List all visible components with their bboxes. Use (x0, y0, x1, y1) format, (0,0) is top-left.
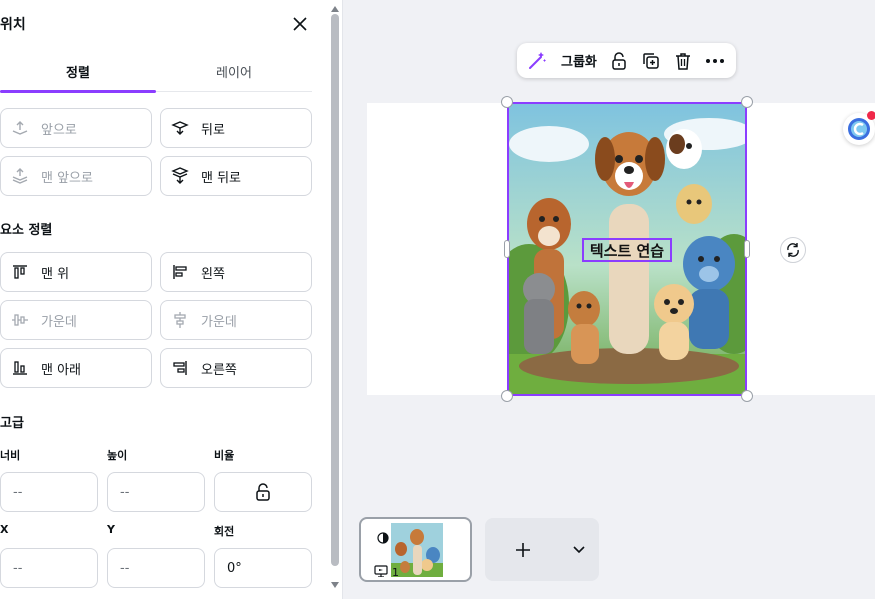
forward-label: 앞으로 (41, 122, 77, 138)
duplicate-icon (643, 52, 659, 69)
resize-handle-right[interactable] (744, 240, 750, 258)
align-left-icon (171, 263, 189, 281)
bring-to-front-label: 맨 앞으로 (41, 170, 93, 186)
rotation-label: 회전 (214, 525, 235, 538)
bring-to-front-button[interactable]: 맨 앞으로 (0, 156, 152, 196)
duplicate-button[interactable] (639, 47, 663, 75)
more-options-button[interactable] (703, 47, 727, 75)
align-middle-label: 가운데 (41, 314, 77, 330)
delete-button[interactable] (671, 47, 695, 75)
forward-button[interactable]: 앞으로 (0, 108, 152, 148)
align-bottom-icon (11, 359, 29, 377)
send-to-back-button[interactable]: 맨 뒤로 (160, 156, 312, 196)
send-to-back-label: 맨 뒤로 (201, 170, 242, 186)
animation-icon (377, 532, 389, 544)
page-thumbnail[interactable]: 1 (359, 517, 472, 582)
chevron-down-icon[interactable] (573, 545, 585, 554)
close-button[interactable] (288, 12, 312, 36)
panel-scrollbar[interactable] (330, 6, 340, 588)
magic-edit-button[interactable] (525, 47, 549, 75)
send-to-back-icon (171, 167, 189, 185)
align-left-button[interactable]: 왼쪽 (160, 252, 312, 292)
y-label: Y (107, 523, 115, 536)
height-field[interactable]: -- (107, 472, 205, 512)
magic-wand-icon (529, 51, 546, 69)
tab-arrange-label: 정렬 (66, 66, 90, 81)
tab-arrange[interactable]: 정렬 (0, 52, 156, 93)
x-field[interactable]: -- (0, 548, 98, 588)
resize-handle-bottom-right[interactable] (741, 390, 753, 402)
resize-handle-bottom-left[interactable] (501, 390, 513, 402)
align-middle-icon (11, 311, 29, 329)
align-middle-button[interactable]: 가운데 (0, 300, 152, 340)
scroll-down-arrow[interactable] (331, 582, 339, 588)
advanced-section-title: 고급 (0, 416, 24, 431)
trash-icon (675, 52, 690, 70)
page-thumbnail-preview: 1 (364, 522, 467, 577)
scroll-up-arrow[interactable] (331, 6, 339, 12)
align-right-button[interactable]: 오른쪽 (160, 348, 312, 388)
scroll-thumb[interactable] (331, 14, 339, 566)
notification-dot (867, 111, 875, 120)
align-section-title: 요소 정렬 (0, 223, 53, 238)
resize-handle-left[interactable] (504, 240, 510, 258)
resize-handle-top-left[interactable] (501, 96, 513, 108)
align-right-label: 오른쪽 (201, 362, 237, 378)
align-top-label: 맨 위 (41, 266, 70, 282)
panel-title: 위치 (0, 17, 26, 33)
y-field[interactable]: -- (107, 548, 205, 588)
close-icon (293, 17, 307, 31)
backward-icon (171, 119, 189, 137)
more-icon (705, 58, 724, 63)
align-bottom-label: 맨 아래 (41, 362, 82, 378)
align-bottom-button[interactable]: 맨 아래 (0, 348, 152, 388)
tab-layers-label: 레이어 (216, 66, 252, 81)
element-toolbar: 그룹화 (517, 43, 736, 78)
backward-label: 뒤로 (201, 122, 225, 138)
rotation-field[interactable]: 0° (214, 548, 312, 588)
align-center-label: 가운데 (201, 314, 237, 330)
group-button[interactable]: 그룹화 (557, 47, 599, 75)
x-label: X (0, 523, 9, 536)
rotate-icon (787, 243, 799, 257)
backward-button[interactable]: 뒤로 (160, 108, 312, 148)
panel-tabs: 정렬 레이어 (0, 52, 312, 93)
width-label: 너비 (0, 449, 21, 462)
unlock-icon (256, 483, 270, 501)
align-center-icon (171, 311, 189, 329)
bring-to-front-icon (11, 167, 29, 185)
align-top-icon (11, 263, 29, 281)
align-right-icon (171, 359, 189, 377)
align-top-button[interactable]: 맨 위 (0, 252, 152, 292)
tab-layers[interactable]: 레이어 (156, 52, 312, 91)
align-left-label: 왼쪽 (201, 266, 225, 282)
unlock-icon (612, 51, 626, 70)
plus-icon (516, 542, 530, 557)
ratio-lock-button[interactable] (214, 472, 312, 512)
add-page-button[interactable] (485, 518, 599, 581)
rotate-button[interactable] (780, 237, 806, 263)
text-element[interactable]: 텍스트 연습 (582, 238, 672, 262)
align-center-button[interactable]: 가운데 (160, 300, 312, 340)
width-field[interactable]: -- (0, 472, 98, 512)
lock-button[interactable] (607, 47, 631, 75)
resize-handle-top-right[interactable] (741, 96, 753, 108)
position-panel: 위치 정렬 레이어 앞으로 뒤로 맨 앞으로 맨 뒤로 요소 정렬 맨 위 왼쪽… (0, 0, 343, 599)
height-label: 높이 (107, 449, 128, 462)
assistant-icon (848, 118, 870, 140)
ratio-label: 비율 (214, 449, 235, 462)
presenter-icon (374, 565, 388, 577)
forward-icon (11, 119, 29, 137)
page-number: 1 (392, 566, 399, 577)
